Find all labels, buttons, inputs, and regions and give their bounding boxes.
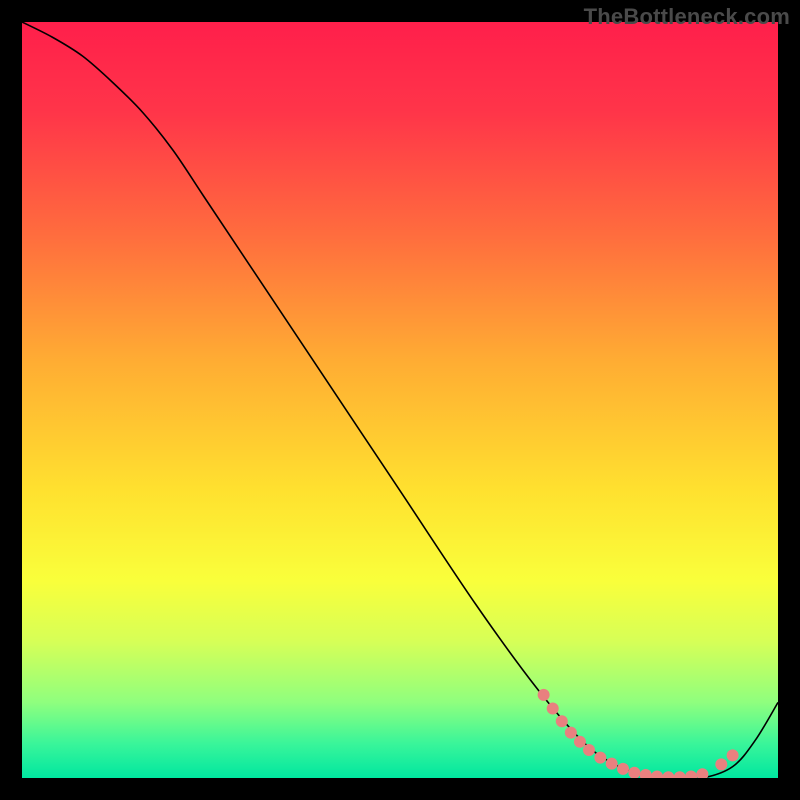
marker-dot	[565, 727, 577, 739]
chart-svg	[22, 22, 778, 778]
marker-dot	[617, 763, 629, 775]
marker-dot	[594, 752, 606, 764]
gradient-background	[22, 22, 778, 778]
marker-dot	[547, 702, 559, 714]
chart-stage: TheBottleneck.com	[0, 0, 800, 800]
marker-dot	[556, 715, 568, 727]
watermark-text: TheBottleneck.com	[584, 4, 790, 30]
marker-dot	[574, 736, 586, 748]
marker-dot	[715, 758, 727, 770]
marker-dot	[538, 689, 550, 701]
plot-area	[22, 22, 778, 778]
marker-dot	[606, 758, 618, 770]
marker-dot	[583, 744, 595, 756]
marker-dot	[727, 749, 739, 761]
